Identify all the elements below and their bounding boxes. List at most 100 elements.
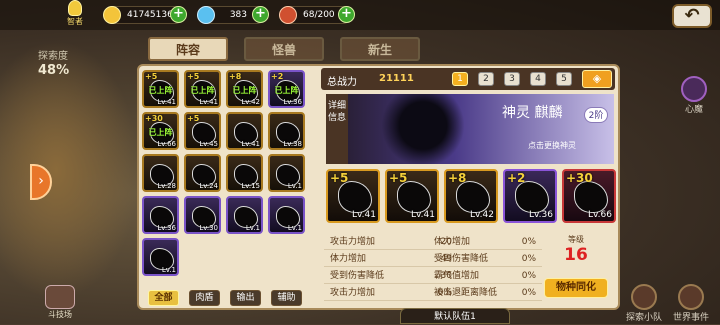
roster-card[interactable]: Lv.28 bbox=[142, 154, 179, 192]
level-badge: 等级 16 bbox=[556, 234, 596, 274]
filter-damage[interactable]: 输出 bbox=[230, 290, 261, 306]
stats-table: 攻击力增加 20 体力增加 0% 体力增加 49 受到伤害降低 0% 受到伤害降低 30 霸气值增加… bbox=[324, 234, 542, 302]
team-slot-5[interactable]: 5 bbox=[556, 72, 572, 86]
card-level: Lv.30 bbox=[199, 224, 218, 232]
team-plus: +30 bbox=[566, 171, 593, 185]
roster-card[interactable]: +5 已上阵 Lv.41 bbox=[142, 70, 179, 108]
card-level: Lv.28 bbox=[157, 182, 176, 190]
team-slot-2[interactable]: 2 bbox=[478, 72, 494, 86]
back-button[interactable]: ↶ bbox=[672, 4, 712, 28]
team-slot-3[interactable]: 3 bbox=[504, 72, 520, 86]
team-member-card[interactable]: +8 Lv.42 bbox=[444, 169, 498, 223]
card-plus: +5 bbox=[145, 72, 158, 81]
roster-card[interactable]: +5 Lv.45 bbox=[184, 112, 221, 150]
roster-card[interactable]: +30 已上阵 Lv.66 bbox=[142, 112, 179, 150]
world-event-button[interactable]: 世界事件 bbox=[668, 284, 714, 323]
roster-card[interactable]: Lv.36 bbox=[142, 196, 179, 234]
add-gold-button[interactable]: + bbox=[170, 6, 187, 23]
team-level: Lv.41 bbox=[411, 210, 435, 220]
heart-demon-label: 心魔 bbox=[684, 105, 703, 115]
stat-name: 被击退距离降低 bbox=[434, 288, 498, 298]
monster-silhouette bbox=[397, 181, 431, 213]
card-level: Lv.41 bbox=[199, 98, 218, 106]
stat-row: 攻击力增加 20 体力增加 0% bbox=[324, 234, 542, 250]
roster-card[interactable]: Lv.1 bbox=[268, 196, 305, 234]
roster-card[interactable]: +8 已上阵 Lv.42 bbox=[226, 70, 263, 108]
spirit-banner[interactable]: 神灵 麒麟 2阶 点击更换神灵 bbox=[348, 94, 614, 164]
species-sync-button[interactable]: 物种同化 bbox=[544, 278, 608, 298]
arena-button[interactable]: 斗技场 bbox=[40, 285, 80, 320]
roster-card[interactable]: Lv.1 bbox=[142, 238, 179, 276]
sage-button[interactable]: 智者 bbox=[62, 0, 88, 30]
card-level: Lv.1 bbox=[287, 182, 302, 190]
stat-row: 攻击力增加 0% 被击退距离降低 0% bbox=[324, 285, 542, 301]
roster-card[interactable]: Lv.30 bbox=[184, 196, 221, 234]
team-level: Lv.66 bbox=[588, 210, 612, 220]
team-level: Lv.41 bbox=[352, 210, 376, 220]
card-level: Lv.1 bbox=[245, 224, 260, 232]
stat-name: 攻击力增加 bbox=[330, 288, 376, 298]
filter-all[interactable]: 全部 bbox=[148, 290, 179, 306]
stat-value: 0% bbox=[521, 254, 536, 264]
team-plus: +8 bbox=[448, 171, 467, 185]
card-level: Lv.41 bbox=[241, 140, 260, 148]
stat-name: 体力增加 bbox=[434, 237, 471, 247]
gold-counter: 41745136 + bbox=[103, 6, 187, 24]
level-value: 16 bbox=[564, 245, 588, 265]
tab-monsters[interactable]: 怪兽 bbox=[244, 37, 324, 61]
roster-grid: +5 已上阵 Lv.41 +5 已上阵 Lv.41 +8 已上阵 Lv.42 +2 已上阵 Lv.36… bbox=[142, 70, 314, 282]
view-toggle-button[interactable]: ◈ bbox=[582, 70, 612, 88]
explore-team-button[interactable]: 探索小队 bbox=[624, 284, 664, 323]
monster-silhouette bbox=[515, 181, 549, 213]
lightbulb-icon bbox=[68, 0, 82, 16]
tab-lineup[interactable]: 阵容 bbox=[148, 37, 228, 61]
tab-newborn[interactable]: 新生 bbox=[340, 37, 420, 61]
roster-card[interactable]: Lv.1 bbox=[268, 154, 305, 192]
stat-name: 受到伤害降低 bbox=[330, 271, 385, 281]
roster-card[interactable]: Lv.41 bbox=[226, 112, 263, 150]
stat-value: 0% bbox=[521, 237, 536, 247]
monster-silhouette bbox=[338, 181, 372, 213]
stamina-counter: 68/200 + bbox=[279, 6, 355, 24]
stat-name: 攻击力增加 bbox=[330, 237, 376, 247]
team-slot-4[interactable]: 4 bbox=[530, 72, 546, 86]
team-member-card[interactable]: +2 Lv.36 bbox=[503, 169, 557, 223]
detail-info-button[interactable]: 详细信息 bbox=[326, 94, 348, 164]
monster-silhouette bbox=[456, 181, 490, 213]
world-event-label: 世界事件 bbox=[672, 313, 709, 323]
add-gem-button[interactable]: + bbox=[252, 6, 269, 23]
team-slot-1[interactable]: 1 bbox=[452, 72, 468, 86]
roster-card[interactable]: +2 已上阵 Lv.36 bbox=[268, 70, 305, 108]
team-member-card[interactable]: +30 Lv.66 bbox=[562, 169, 616, 223]
card-level: Lv.66 bbox=[157, 140, 176, 148]
roster-card[interactable]: Lv.1 bbox=[226, 196, 263, 234]
roster-card[interactable]: Lv.15 bbox=[226, 154, 263, 192]
arena-icon bbox=[45, 285, 75, 309]
sage-label: 智者 bbox=[67, 17, 83, 26]
stat-value: 0% bbox=[521, 271, 536, 281]
filter-tank[interactable]: 肉盾 bbox=[189, 290, 220, 306]
explore-progress: 探索度 48% bbox=[38, 50, 69, 78]
add-stamina-button[interactable]: + bbox=[338, 6, 355, 23]
monster-silhouette bbox=[574, 181, 608, 213]
explore-label: 探索度 bbox=[38, 51, 68, 62]
stat-row: 受到伤害降低 30 霸气值增加 0% bbox=[324, 268, 542, 284]
arena-label: 斗技场 bbox=[48, 310, 72, 319]
filter-support[interactable]: 辅助 bbox=[271, 290, 302, 306]
roster-card[interactable]: Lv.24 bbox=[184, 154, 221, 192]
team-name-tab[interactable]: 默认队伍1 bbox=[400, 308, 510, 324]
heart-demon-button[interactable]: 心魔 bbox=[674, 76, 714, 115]
spirit-rank-badge: 2阶 bbox=[584, 107, 608, 123]
qilin-silhouette bbox=[378, 94, 468, 164]
card-plus: +30 bbox=[145, 114, 163, 123]
card-level: Lv.1 bbox=[161, 266, 176, 274]
world-event-icon bbox=[678, 284, 704, 310]
roster-card[interactable]: +5 已上阵 Lv.41 bbox=[184, 70, 221, 108]
card-level: Lv.24 bbox=[199, 182, 218, 190]
deployed-label: 已上阵 bbox=[190, 86, 215, 95]
card-level: Lv.45 bbox=[199, 140, 218, 148]
roster-card[interactable]: Lv.38 bbox=[268, 112, 305, 150]
team-member-card[interactable]: +5 Lv.41 bbox=[385, 169, 439, 223]
team-member-card[interactable]: +5 Lv.41 bbox=[326, 169, 380, 223]
deployed-label: 已上阵 bbox=[232, 86, 257, 95]
